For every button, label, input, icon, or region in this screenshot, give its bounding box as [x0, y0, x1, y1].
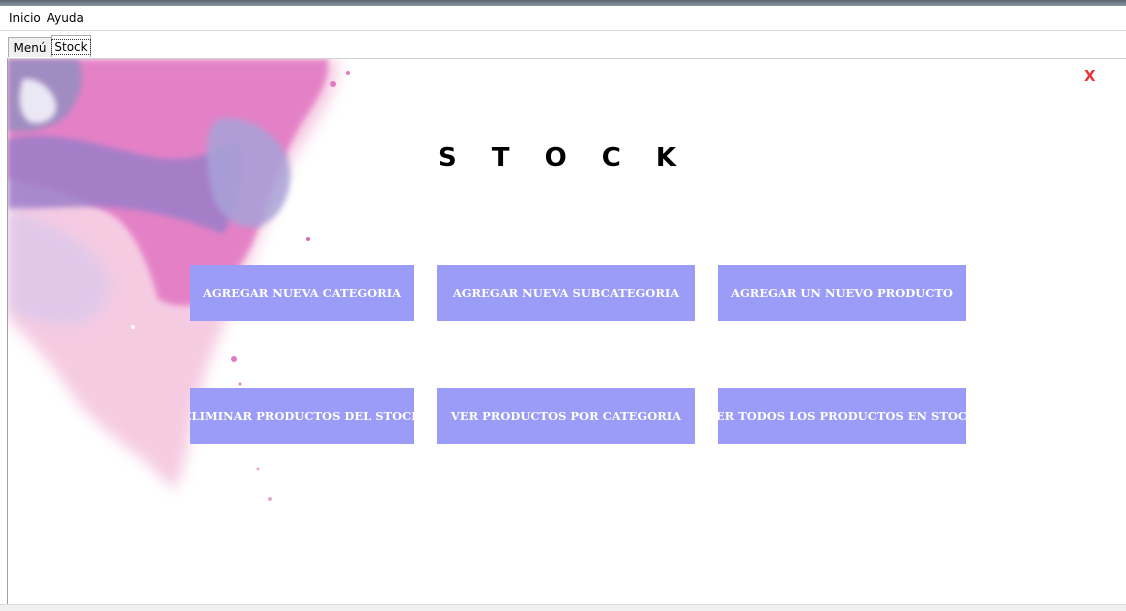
tab-menu[interactable]: Menú [8, 37, 52, 57]
add-category-button[interactable]: AGREGAR NUEVA CATEGORIA [190, 265, 414, 321]
page-title: S T O C K [438, 143, 676, 173]
tab-stock[interactable]: Stock [51, 35, 91, 57]
app-window: Inicio Ayuda Menú Stock X S T O C K AGRE… [0, 0, 1126, 611]
add-subcategory-button[interactable]: AGREGAR NUEVA SUBCATEGORIA [437, 265, 695, 321]
view-products-by-category-button[interactable]: VER PRODUCTOS POR CATEGORIA [437, 388, 695, 444]
tab-strip: Menú Stock [0, 32, 1126, 58]
add-product-button[interactable]: AGREGAR UN NUEVO PRODUCTO [718, 265, 966, 321]
view-all-stock-products-button[interactable]: VER TODOS LOS PRODUCTOS EN STOCK [718, 388, 966, 444]
menu-item-inicio[interactable]: Inicio [6, 9, 44, 27]
menu-item-ayuda[interactable]: Ayuda [44, 9, 87, 27]
tab-stock-label: Stock [51, 38, 91, 55]
stock-panel: X S T O C K AGREGAR NUEVA CATEGORIA AGRE… [7, 58, 1126, 605]
close-icon[interactable]: X [1084, 67, 1096, 85]
status-bar [0, 604, 1126, 611]
menu-bar: Inicio Ayuda [0, 6, 1126, 31]
delete-stock-products-button[interactable]: ELIMINAR PRODUCTOS DEL STOCK [190, 388, 414, 444]
